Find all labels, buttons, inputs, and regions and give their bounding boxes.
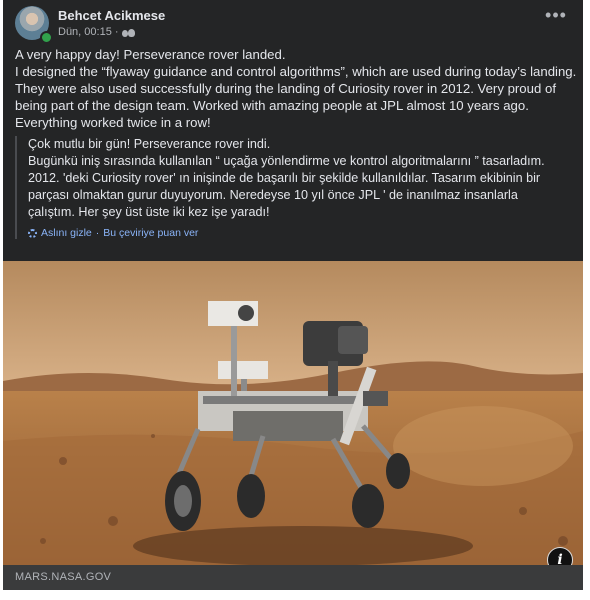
more-options-icon[interactable]: ••• (543, 6, 569, 26)
online-status-icon (40, 31, 53, 44)
translation-line: Çok mutlu bir gün! Perseverance rover in… (28, 137, 271, 151)
post-meta: Dün, 00:15 · (58, 26, 135, 38)
page-background (0, 590, 590, 600)
post-text-line: being part of the design team. Worked wi… (15, 98, 529, 113)
separator: · (95, 227, 100, 239)
translation-line: 2012. 'deki Curiosity rover' ın inişinde… (28, 171, 541, 185)
translation-links: Aslını gizle · Bu çeviriye puan ver (28, 227, 583, 239)
translation-line: Bugünkü iniş sırasında kullanılan “ uçağ… (28, 154, 545, 168)
rate-translation-link[interactable]: Bu çeviriye puan ver (103, 227, 198, 239)
post-text-line: They were also used successfully during … (15, 81, 556, 96)
translation-line: parçası olmaktan gurur duyuyorum. Nerede… (28, 188, 518, 202)
author-name[interactable]: Behcet Acikmese (58, 8, 165, 23)
post-header: Behcet Acikmese Dün, 00:15 · ••• (15, 6, 573, 44)
rover-photo[interactable] (3, 261, 583, 565)
mars-rover-illustration (3, 261, 583, 565)
hide-original-link[interactable]: Aslını gizle (41, 227, 92, 239)
translation-block: Çok mutlu bir gün! Perseverance rover in… (15, 136, 583, 239)
post-text-line: A very happy day! Perseverance rover lan… (15, 47, 286, 62)
post-card: Behcet Acikmese Dün, 00:15 · ••• A very … (3, 0, 583, 590)
link-domain[interactable]: MARS.NASA.GOV (15, 571, 111, 583)
translation-line: çalıştım. Her şey üst üste iki kez işe y… (28, 205, 270, 219)
post-timestamp[interactable]: Dün, 00:15 · (58, 26, 119, 38)
post-text-line: Everything worked twice in a row! (15, 115, 211, 130)
post-body: A very happy day! Perseverance rover lan… (15, 46, 577, 131)
post-text-line: I designed the “flyaway guidance and con… (15, 64, 577, 79)
gear-icon (28, 228, 37, 238)
link-preview-bar[interactable]: MARS.NASA.GOV (3, 565, 583, 590)
friends-icon (121, 28, 135, 37)
